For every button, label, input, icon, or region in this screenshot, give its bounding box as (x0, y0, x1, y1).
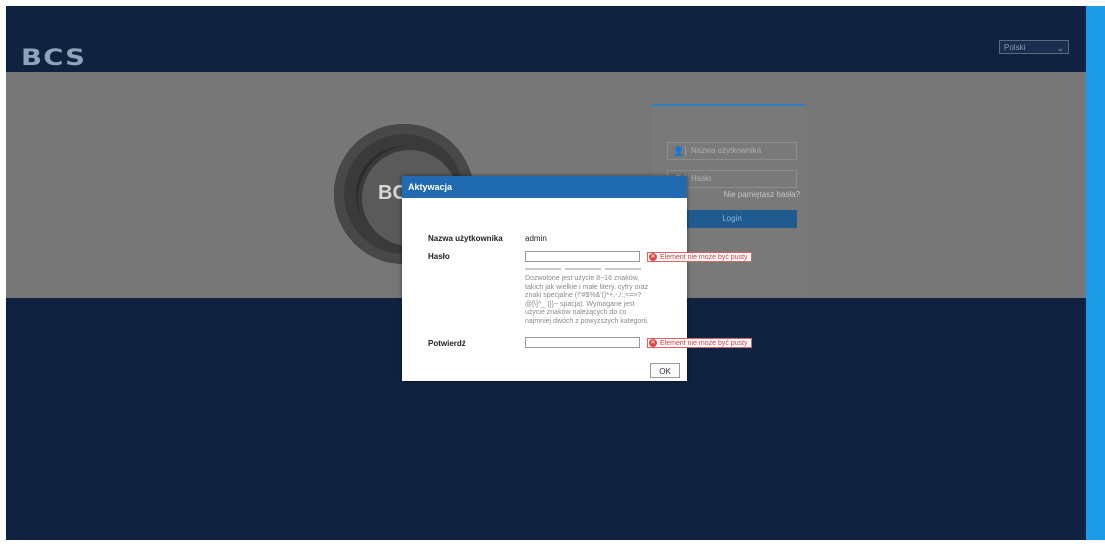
language-value: Polski (1004, 43, 1026, 52)
top-bar: BCS Polski ⌄ (6, 6, 1086, 72)
confirm-label: Potwierdź (428, 339, 466, 348)
password-error-text: Element nie może być pusty (660, 254, 748, 261)
username-value: admin (525, 234, 547, 243)
ok-button[interactable]: OK (650, 363, 680, 378)
activation-dialog: Aktywacja Nazwa użytkownika admin Hasło … (402, 176, 752, 381)
side-accent-strip (1086, 6, 1105, 540)
password-label: Hasło (428, 252, 450, 261)
language-select[interactable]: Polski ⌄ (999, 40, 1069, 54)
confirm-input[interactable] (525, 337, 640, 348)
password-strength-meter (525, 268, 685, 271)
strength-segment (565, 268, 601, 270)
strength-segment (605, 268, 641, 270)
password-error: ✕ Element nie może być pusty (647, 252, 752, 262)
username-field[interactable]: 👤 Nazwa użytkownika (667, 142, 797, 160)
confirm-error-text: Element nie może być pusty (660, 340, 748, 347)
chevron-down-icon: ⌄ (1056, 43, 1064, 53)
username-placeholder: Nazwa użytkownika (691, 146, 762, 155)
password-placeholder: Hasło (691, 174, 712, 183)
forgot-password-link[interactable]: Nie pamiętasz hasła? (724, 190, 800, 199)
error-icon: ✕ (649, 253, 657, 261)
device-web-ui: BCS Polski ⌄ BC 👤 Nazwa użytkownika 🔒 Ha… (6, 6, 1086, 540)
username-label: Nazwa użytkownika (428, 234, 503, 243)
confirm-error: ✕ Element nie może być pusty (647, 338, 752, 348)
field-divider (685, 146, 686, 156)
password-hint: Dozwolone jest użycie 8~16 znaków, takic… (525, 275, 649, 325)
password-input[interactable] (525, 251, 640, 262)
user-icon: 👤 (673, 146, 685, 156)
dialog-title: Aktywacja (402, 176, 687, 198)
bcs-logo: BCS (21, 46, 87, 71)
strength-segment (525, 268, 561, 270)
error-icon: ✕ (649, 339, 657, 347)
